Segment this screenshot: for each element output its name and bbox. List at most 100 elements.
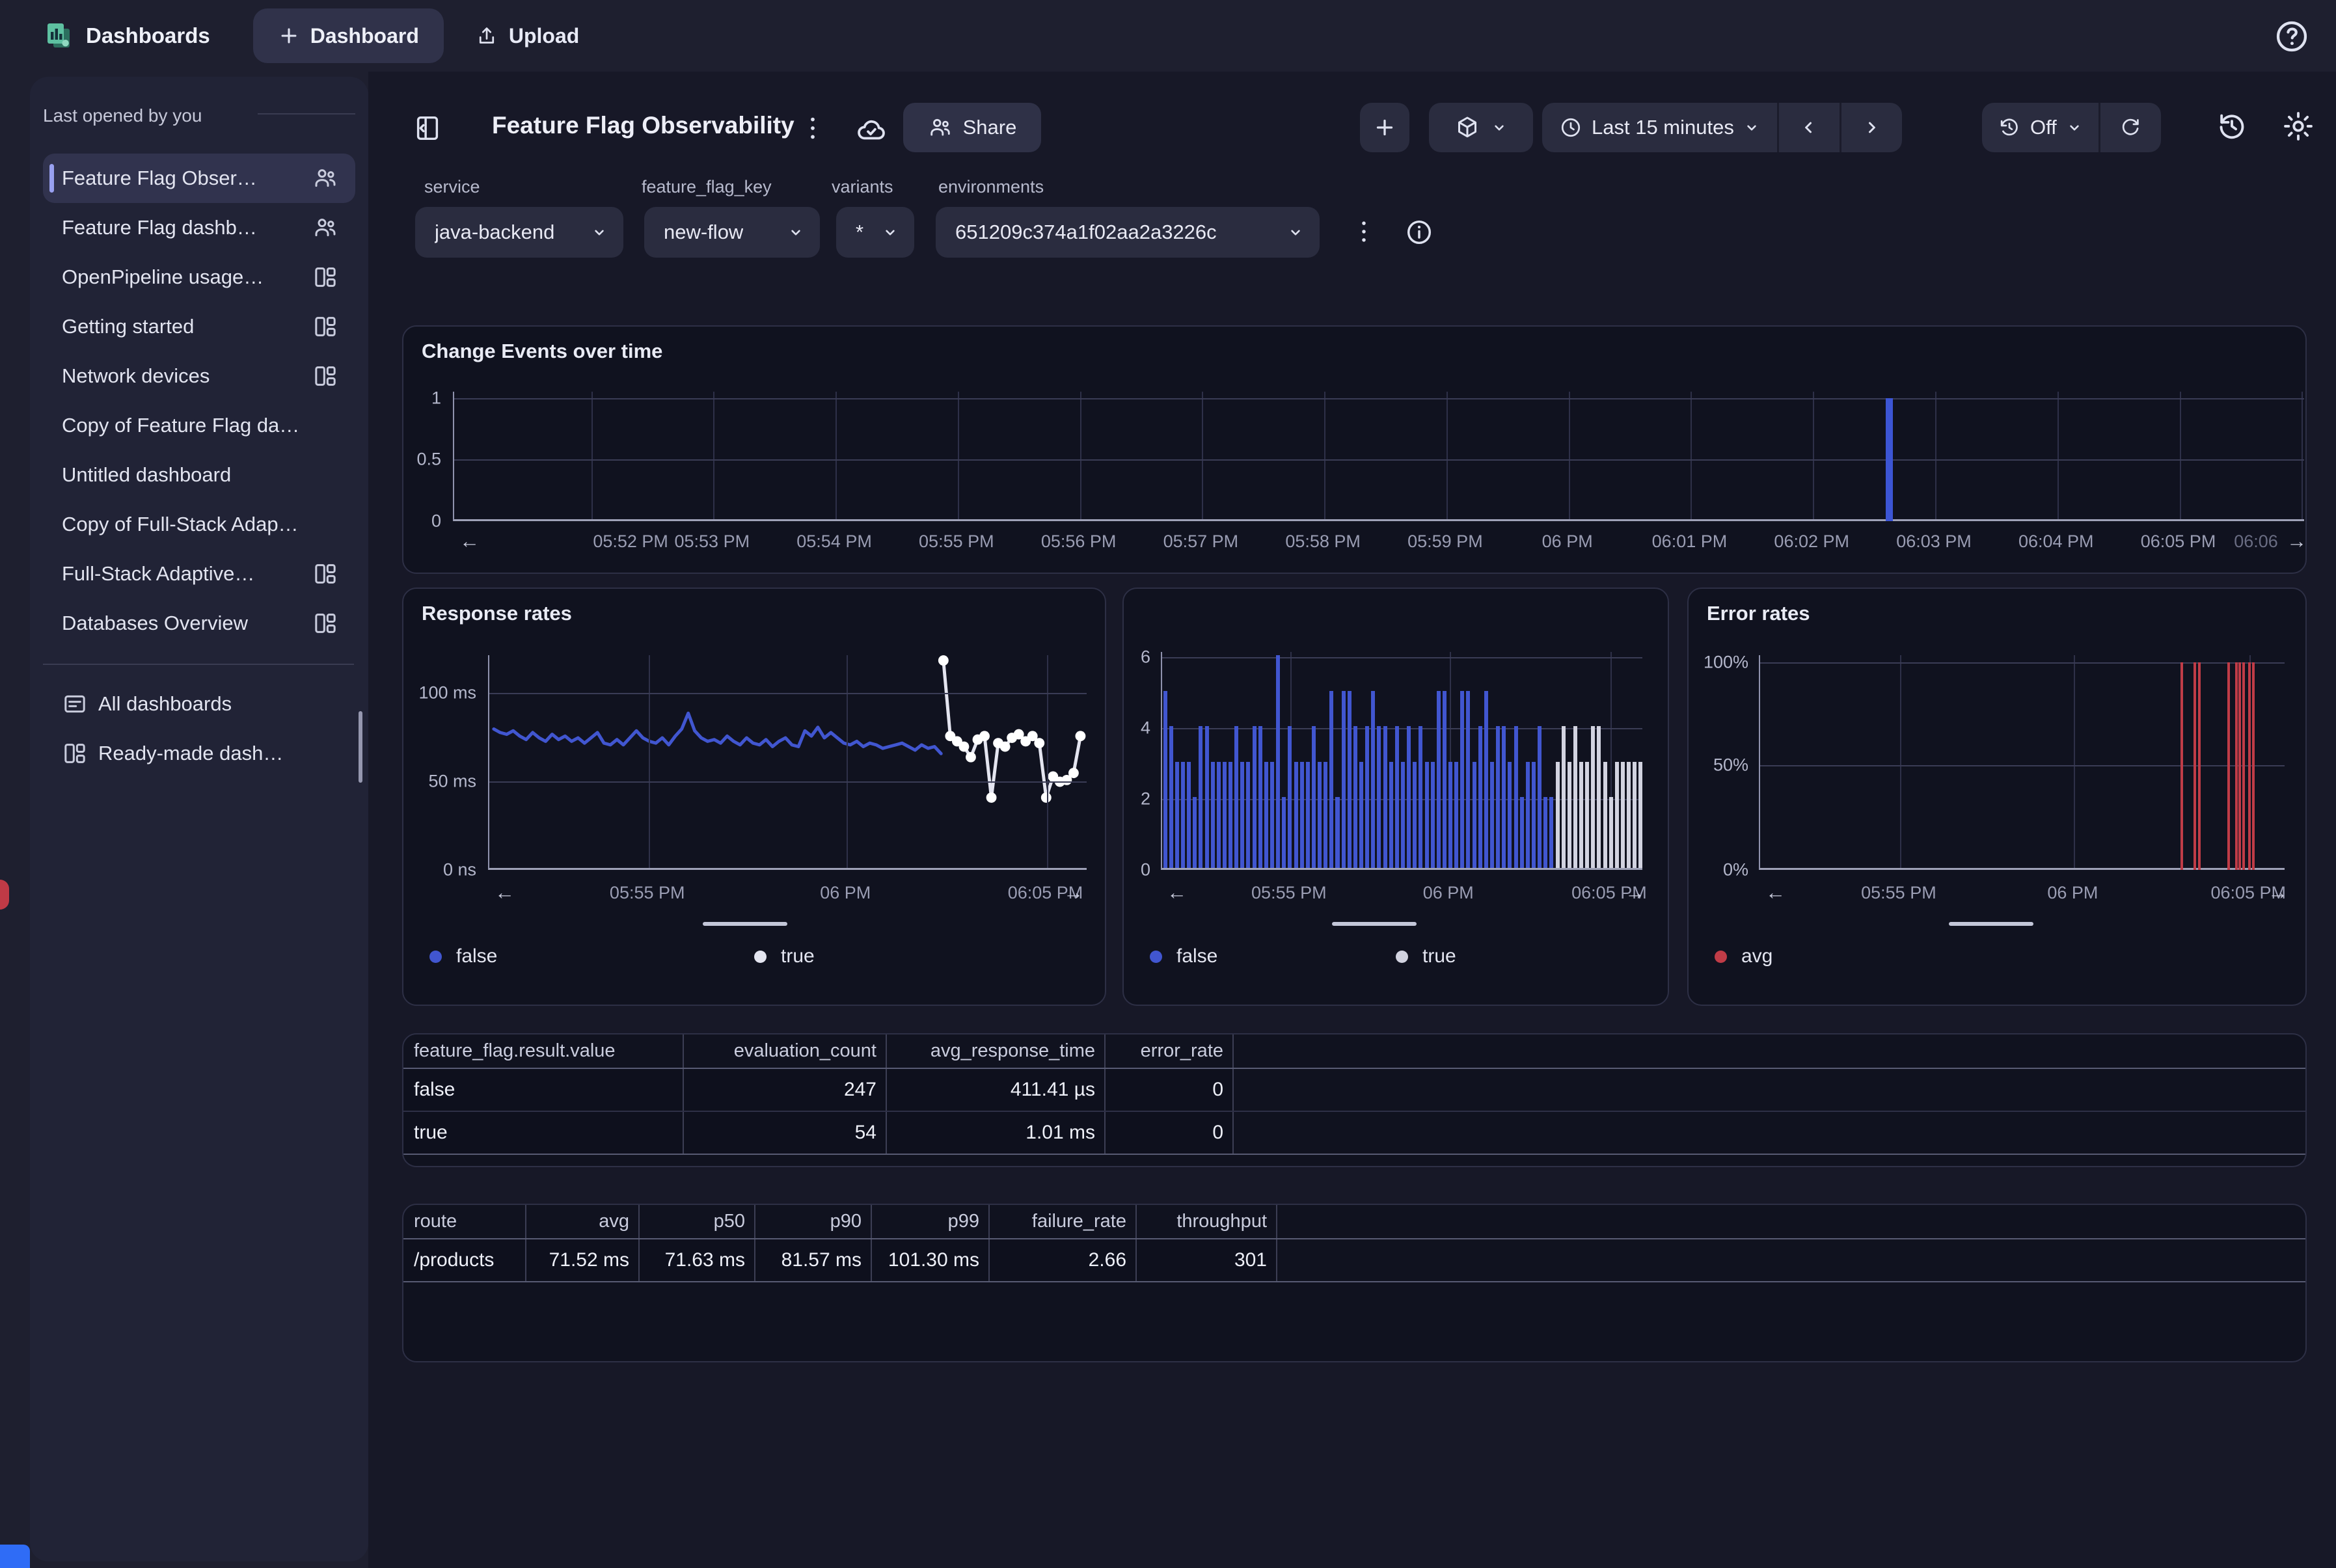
value-bar[interactable] <box>1549 797 1553 868</box>
value-bar[interactable] <box>1473 762 1476 869</box>
value-bar[interactable] <box>1443 691 1446 869</box>
column-header[interactable]: avg <box>526 1205 639 1239</box>
column-header[interactable]: route <box>403 1205 526 1239</box>
filter-feature_flag_key[interactable]: new-flow <box>644 207 820 258</box>
error-spike[interactable] <box>2238 662 2241 870</box>
legend-item-false[interactable]: false <box>429 945 497 967</box>
sidebar-item[interactable]: Untitled dashboard <box>43 450 355 500</box>
legend-item-false[interactable]: false <box>1150 945 1217 967</box>
value-bar[interactable] <box>1169 726 1173 868</box>
value-bar[interactable] <box>1638 762 1642 869</box>
axis-pan-arrow[interactable]: → <box>2287 530 2307 553</box>
column-header[interactable]: p50 <box>639 1205 755 1239</box>
value-bar[interactable] <box>1389 762 1393 869</box>
value-bar[interactable] <box>1520 797 1524 868</box>
add-tile-button[interactable] <box>1360 103 1409 152</box>
value-bar[interactable] <box>1484 691 1488 869</box>
value-bar[interactable] <box>1264 762 1268 869</box>
column-header[interactable]: p90 <box>755 1205 871 1239</box>
value-bar[interactable] <box>1556 762 1560 869</box>
value-bar[interactable] <box>1359 762 1363 869</box>
value-bar[interactable] <box>1288 726 1292 868</box>
value-bar[interactable] <box>1258 726 1262 868</box>
value-bar[interactable] <box>1175 762 1179 869</box>
value-bar[interactable] <box>1234 726 1238 868</box>
legend-item-true[interactable]: true <box>754 945 815 967</box>
legend-item-true[interactable]: true <box>1396 945 1456 967</box>
value-bar[interactable] <box>1490 762 1494 869</box>
value-bar[interactable] <box>1543 797 1547 868</box>
value-bar[interactable] <box>1413 762 1417 869</box>
collapse-sidebar-button[interactable] <box>413 113 442 143</box>
value-bar[interactable] <box>1431 762 1435 869</box>
value-bar[interactable] <box>1579 762 1583 869</box>
share-button[interactable]: Share <box>903 103 1041 152</box>
value-bar[interactable] <box>1502 726 1506 868</box>
settings-button[interactable] <box>2281 109 2315 143</box>
axis-pan-arrow[interactable]: → <box>1625 881 1645 904</box>
filter-environments[interactable]: 651209c374a1f02aa2a3226c <box>936 207 1320 258</box>
filter-info-button[interactable] <box>1404 217 1434 247</box>
value-bar[interactable] <box>1329 691 1333 869</box>
value-bar[interactable] <box>1437 691 1441 869</box>
value-bar[interactable] <box>1407 726 1411 868</box>
value-bar[interactable] <box>1187 762 1191 869</box>
axis-pan-arrow[interactable]: ← <box>459 530 480 553</box>
column-header[interactable]: avg_response_time <box>886 1034 1105 1068</box>
value-bar[interactable] <box>1211 762 1215 869</box>
value-bar[interactable] <box>1229 762 1232 869</box>
value-bar[interactable] <box>1240 762 1244 869</box>
error-spike[interactable] <box>2235 662 2238 870</box>
value-bar[interactable] <box>1365 726 1369 868</box>
event-bar[interactable] <box>1886 398 1893 521</box>
value-bar[interactable] <box>1294 762 1298 869</box>
value-bar[interactable] <box>1633 762 1637 869</box>
tab-new-dashboard[interactable]: Dashboard <box>253 8 444 63</box>
value-bar[interactable] <box>1621 762 1625 869</box>
value-bar[interactable] <box>1306 762 1310 869</box>
sidebar-item[interactable]: Network devices <box>43 351 355 401</box>
value-bar[interactable] <box>1538 726 1541 868</box>
sidebar-footer-item[interactable]: Ready-made dash… <box>43 729 355 778</box>
sidebar-item[interactable]: Copy of Feature Flag da… <box>43 401 355 450</box>
sidebar-item[interactable]: Databases Overview <box>43 599 355 648</box>
timeframe-prev-button[interactable] <box>1777 103 1840 152</box>
value-bar[interactable] <box>1377 726 1381 868</box>
legend-item-avg[interactable]: avg <box>1715 945 1772 967</box>
dashboard-menu-button[interactable] <box>798 113 828 143</box>
sidebar-item[interactable]: Feature Flag dashb… <box>43 203 355 252</box>
value-bar[interactable] <box>1508 762 1512 869</box>
axis-pan-arrow[interactable]: → <box>2268 881 2288 904</box>
value-bar[interactable] <box>1448 762 1452 869</box>
value-bar[interactable] <box>1205 726 1209 868</box>
value-bar[interactable] <box>1342 691 1346 869</box>
axis-pan-arrow[interactable]: ← <box>495 881 515 904</box>
value-bar[interactable] <box>1163 691 1167 869</box>
axis-pan-arrow[interactable]: ← <box>1167 881 1187 904</box>
timeframe-next-button[interactable] <box>1840 103 1902 152</box>
value-bar[interactable] <box>1353 726 1357 868</box>
chart-plot-evaluations[interactable] <box>1161 652 1642 870</box>
visualization-dropdown[interactable] <box>1429 103 1533 152</box>
chart-plot-response_rates[interactable] <box>488 655 1087 870</box>
value-bar[interactable] <box>1514 726 1518 868</box>
value-bar[interactable] <box>1603 762 1607 869</box>
error-spike[interactable] <box>2252 662 2255 870</box>
refresh-button[interactable] <box>2098 103 2161 152</box>
value-bar[interactable] <box>1246 762 1250 869</box>
value-bar[interactable] <box>1568 762 1571 869</box>
sidebar-footer-item[interactable]: All dashboards <box>43 679 355 729</box>
value-bar[interactable] <box>1532 762 1536 869</box>
error-spike[interactable] <box>2180 662 2183 870</box>
value-bar[interactable] <box>1609 797 1613 868</box>
error-spike[interactable] <box>2248 662 2251 870</box>
value-bar[interactable] <box>1217 762 1221 869</box>
column-header[interactable]: evaluation_count <box>683 1034 886 1068</box>
value-bar[interactable] <box>1312 726 1316 868</box>
value-bar[interactable] <box>1253 726 1256 868</box>
chart-scrollbar[interactable] <box>1949 922 2033 926</box>
corner-widget[interactable] <box>0 1545 30 1568</box>
column-header[interactable]: p99 <box>871 1205 989 1239</box>
value-bar[interactable] <box>1401 762 1405 869</box>
chart-scrollbar[interactable] <box>703 922 787 926</box>
